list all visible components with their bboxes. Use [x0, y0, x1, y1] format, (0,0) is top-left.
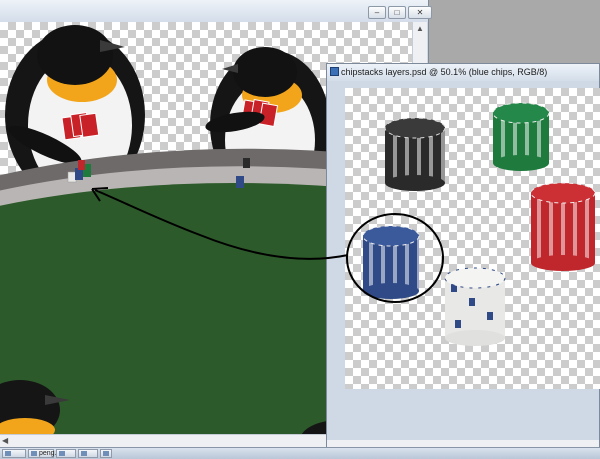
photoshop-document-icon	[330, 67, 339, 76]
close-button[interactable]: ✕	[408, 6, 432, 19]
taskbar-item-penguin[interactable]: peng...	[28, 449, 60, 458]
taskbar-item[interactable]	[56, 449, 76, 458]
taskbar: peng...	[0, 447, 600, 459]
window-title: chipstacks layers.psd @ 50.1% (blue chip…	[341, 67, 548, 77]
chipstacks-canvas[interactable]	[345, 88, 600, 389]
black-chip-stack	[384, 117, 446, 191]
maximize-button[interactable]: □	[388, 6, 406, 19]
window-icon	[81, 451, 87, 456]
window-icon	[103, 451, 109, 456]
minimize-button[interactable]: –	[368, 6, 386, 19]
white-chip-stack	[444, 267, 506, 346]
window-icon	[5, 451, 11, 456]
scroll-left-arrow-icon[interactable]: ◀	[2, 436, 8, 445]
front-window-titlebar[interactable]: chipstacks layers.psd @ 50.1% (blue chip…	[327, 64, 599, 81]
photoshop-document-icon	[31, 451, 37, 456]
scroll-up-arrow-icon[interactable]: ▲	[416, 24, 424, 33]
window-icon	[59, 451, 65, 456]
blue-chip-stack	[362, 225, 420, 299]
taskbar-item[interactable]	[2, 449, 26, 458]
chip-stacks-art	[362, 102, 596, 346]
chipstacks-document-window: chipstacks layers.psd @ 50.1% (blue chip…	[326, 63, 600, 455]
red-chip-stack	[530, 182, 596, 271]
green-chip-stack	[492, 102, 550, 171]
taskbar-item[interactable]	[78, 449, 98, 458]
taskbar-item[interactable]	[100, 449, 112, 458]
back-window-titlebar[interactable]: – □ ✕	[0, 0, 432, 22]
